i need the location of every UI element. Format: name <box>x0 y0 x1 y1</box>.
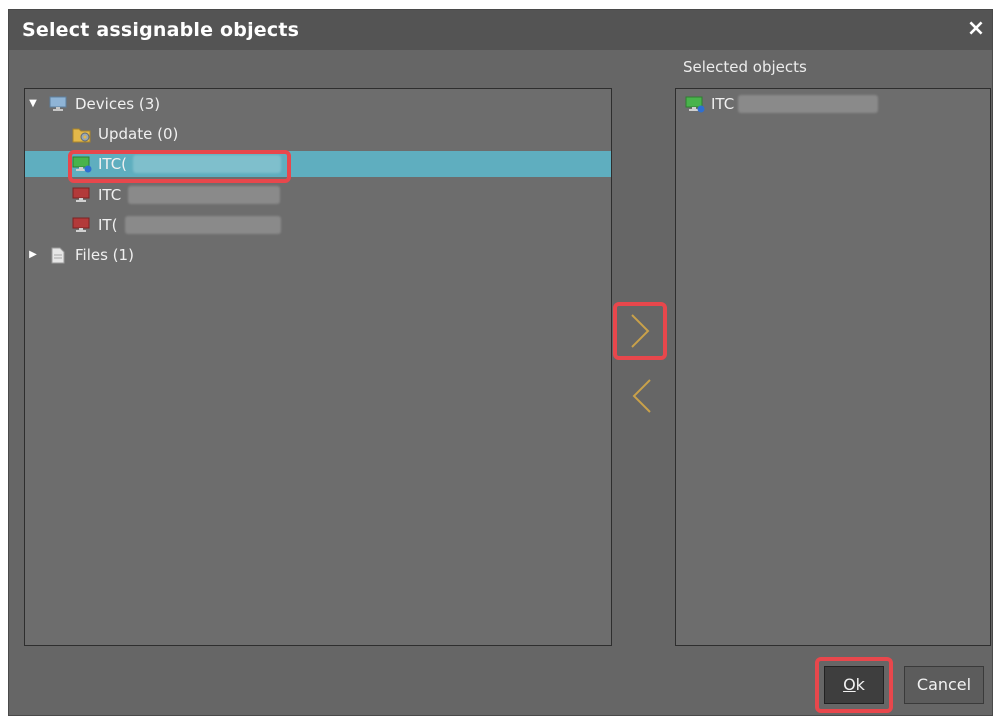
redacted-text <box>125 216 281 234</box>
tree-node-files[interactable]: ▶ Files (1) <box>25 242 611 268</box>
redacted-text <box>128 186 280 204</box>
file-icon <box>51 247 65 264</box>
collapse-arrow-icon[interactable]: ▶ <box>28 242 38 268</box>
device-name: ITC( <box>98 155 128 173</box>
chevron-right-icon <box>631 314 650 348</box>
selected-objects-label: Selected objects <box>683 58 807 76</box>
monitor-green-icon <box>685 96 705 113</box>
redacted-text <box>738 95 878 113</box>
monitor-red-icon <box>72 187 90 202</box>
redacted-text <box>133 155 281 173</box>
selected-objects-list[interactable]: ITC <box>675 88 991 646</box>
tree-node-devices[interactable]: ▼ Devices (3) <box>25 91 611 117</box>
monitor-red-icon <box>72 217 90 232</box>
device-name: ITC <box>711 95 735 113</box>
tree-node-device-2[interactable]: ITC <box>25 182 611 208</box>
cancel-button[interactable]: Cancel <box>904 666 984 704</box>
available-objects-tree[interactable]: ▼ Devices (3) Update (0) ITC(ITC IT(▶ … <box>24 88 612 646</box>
ok-button[interactable]: Ok <box>824 666 884 704</box>
device-name: IT( <box>98 216 118 234</box>
title-bar: Select assignable objects × <box>9 10 992 50</box>
selected-item-1[interactable]: ITC <box>676 91 990 117</box>
tree-node-update[interactable]: Update (0) <box>25 121 611 147</box>
select-assignable-objects-dialog: Select assignable objects × Selected obj… <box>8 9 993 716</box>
tree-node-device-1[interactable]: ITC( <box>25 151 611 177</box>
tree-node-device-3[interactable]: IT( <box>25 212 611 238</box>
tree-node-label: Files (1) <box>75 246 134 264</box>
chevron-left-icon <box>632 379 651 413</box>
monitor-green-icon <box>72 156 92 173</box>
monitor-icon <box>49 96 67 111</box>
close-button[interactable]: × <box>964 16 988 42</box>
ok-label-rest: k <box>855 675 865 694</box>
device-name: ITC <box>98 186 122 204</box>
remove-from-selection-button[interactable] <box>619 370 665 422</box>
tree-node-label: Devices (3) <box>75 95 161 113</box>
add-to-selection-button[interactable] <box>617 305 663 357</box>
expand-arrow-icon[interactable]: ▼ <box>28 91 38 117</box>
tree-node-label: Update (0) <box>98 125 179 143</box>
dialog-title: Select assignable objects <box>22 19 300 41</box>
folder-gear-icon <box>72 128 91 143</box>
ok-mnemonic: O <box>843 675 856 694</box>
